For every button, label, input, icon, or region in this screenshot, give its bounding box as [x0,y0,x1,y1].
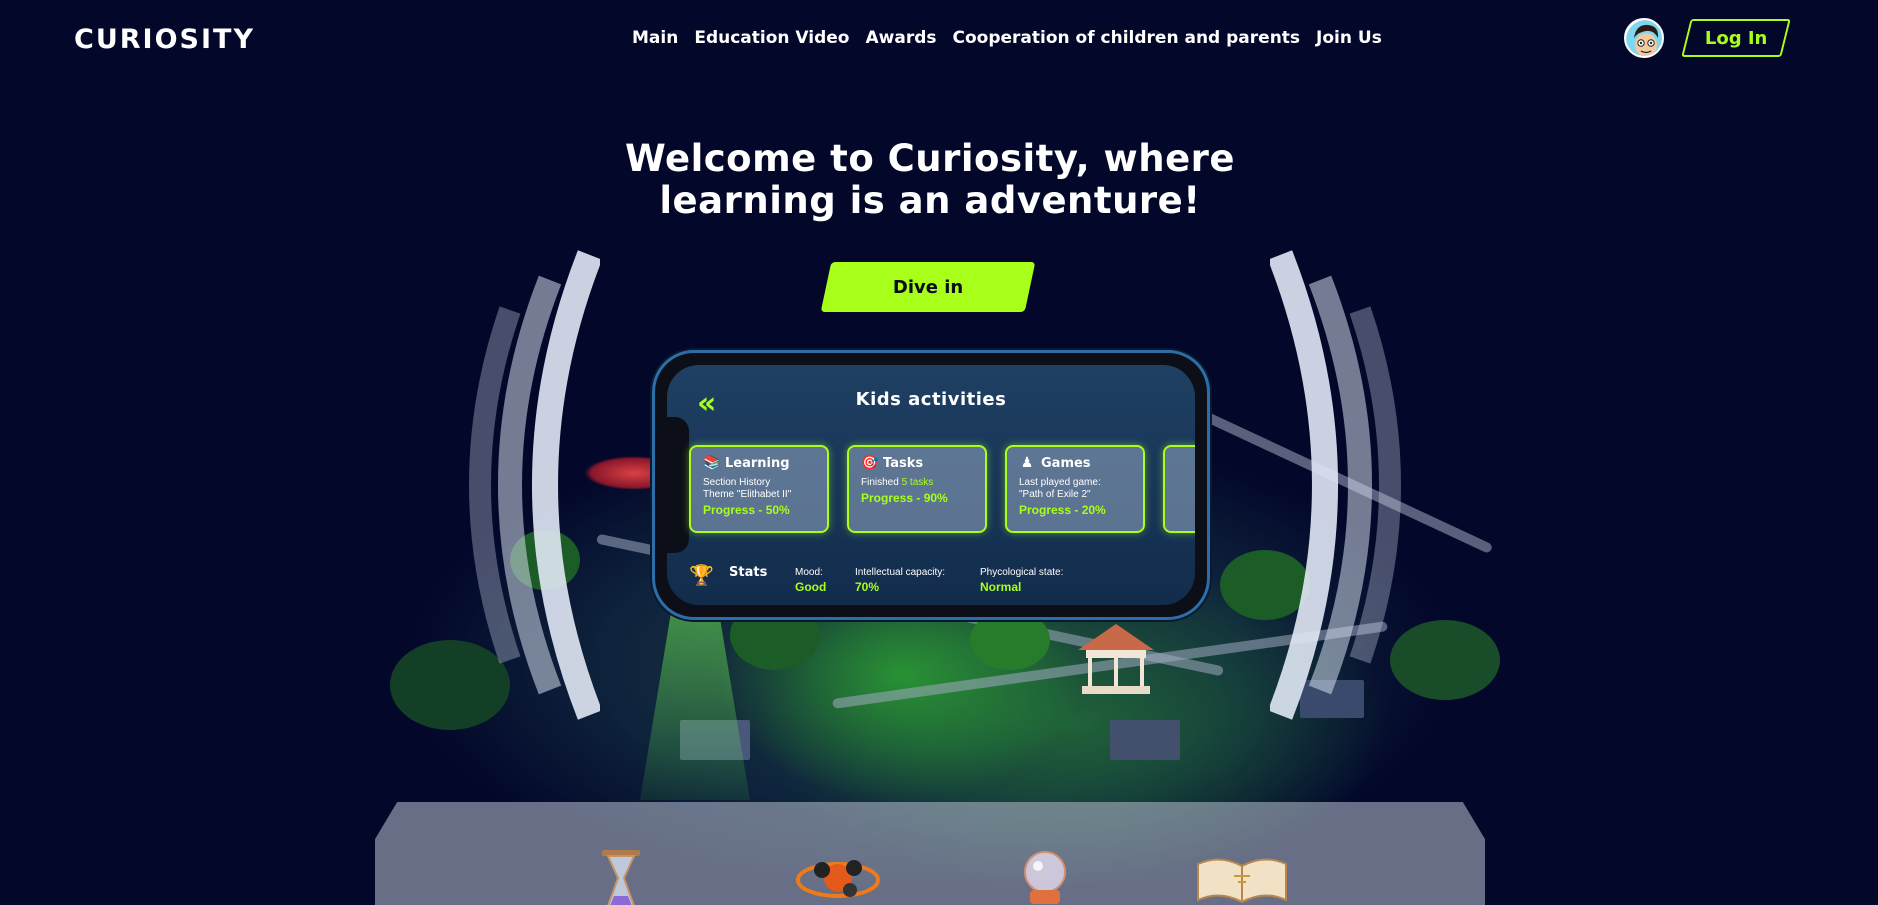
target-icon: 🎯 [861,455,879,471]
main-nav: Main Education Video Awards Cooperation … [632,28,1382,48]
open-book-icon [1197,858,1287,904]
phone-notch [667,417,689,553]
login-label: Log In [1704,27,1768,49]
logo[interactable]: CURIOSITY [74,24,255,55]
login-button[interactable]: Log In [1681,19,1791,57]
stat-psychological: Phycological state: Normal [980,567,1064,594]
dive-in-button[interactable]: Dive in [820,262,1036,312]
dive-in-label: Dive in [892,276,964,298]
card-title: Learning [725,455,790,471]
hero-title-line1: Welcome to Curiosity, where [624,137,1236,180]
screen-title: Kids activities [855,389,1007,410]
page: CURIOSITY Main Education Video Awards Co… [0,0,1878,905]
nav-education-video[interactable]: Education Video [694,28,849,48]
chess-pawn-icon: ♟ [1020,455,1034,471]
nav-cooperation[interactable]: Cooperation of children and parents [953,28,1301,48]
card-line: Section History [703,477,771,488]
nav-join-us[interactable]: Join Us [1316,28,1382,48]
card-partial[interactable] [1163,445,1195,533]
hourglass-icon [602,850,640,905]
phone-mockup: « Kids activities 📚 Learning Section His… [652,350,1210,620]
card-line: Last played game: [1019,477,1101,488]
stats-row: 🏆 Stats Mood: Good Intellectual capacity… [689,561,1195,595]
avatar[interactable] [1624,18,1664,58]
card-title: Games [1041,455,1091,471]
gazebo [1078,624,1154,694]
card-learning[interactable]: 📚 Learning Section History Theme "Elitha… [689,445,829,533]
card-games[interactable]: ♟ Games Last played game: "Path of Exile… [1005,445,1145,533]
card-progress: Progress - 20% [1019,503,1106,517]
card-line: Theme "Elithabet II" [703,489,792,500]
stat-intellectual: Intellectual capacity: 70% [855,567,946,594]
phone-screen: « Kids activities 📚 Learning Section His… [667,365,1195,605]
tasks-highlight: 5 tasks [901,477,934,488]
books-icon: 📚 [703,455,721,471]
trophy-icon: 🏆 [689,565,714,587]
left-signal-arcs [469,250,600,720]
nav-awards[interactable]: Awards [865,28,936,48]
stat-mood: Mood: Good [795,567,827,594]
stats-label: Stats [729,565,768,580]
card-progress: Progress - 50% [703,503,790,517]
card-line: "Path of Exile 2" [1019,489,1091,500]
crystal-ball-icon [1024,851,1066,904]
card-title: Tasks [883,455,924,471]
right-signal-arcs [1270,250,1401,720]
bottom-panel [375,802,1485,905]
card-tasks[interactable]: 🎯 Tasks Finished 5 tasks Progress - 90% [847,445,987,533]
hero-title-line2: learning is an adventure! [659,179,1201,222]
nav-main[interactable]: Main [632,28,678,48]
card-progress: Progress - 90% [861,491,948,505]
card-line: Finished 5 tasks [861,477,934,488]
atom-molecule-icon [796,860,880,898]
hero-title: Welcome to Curiosity, where learning is … [560,138,1300,222]
